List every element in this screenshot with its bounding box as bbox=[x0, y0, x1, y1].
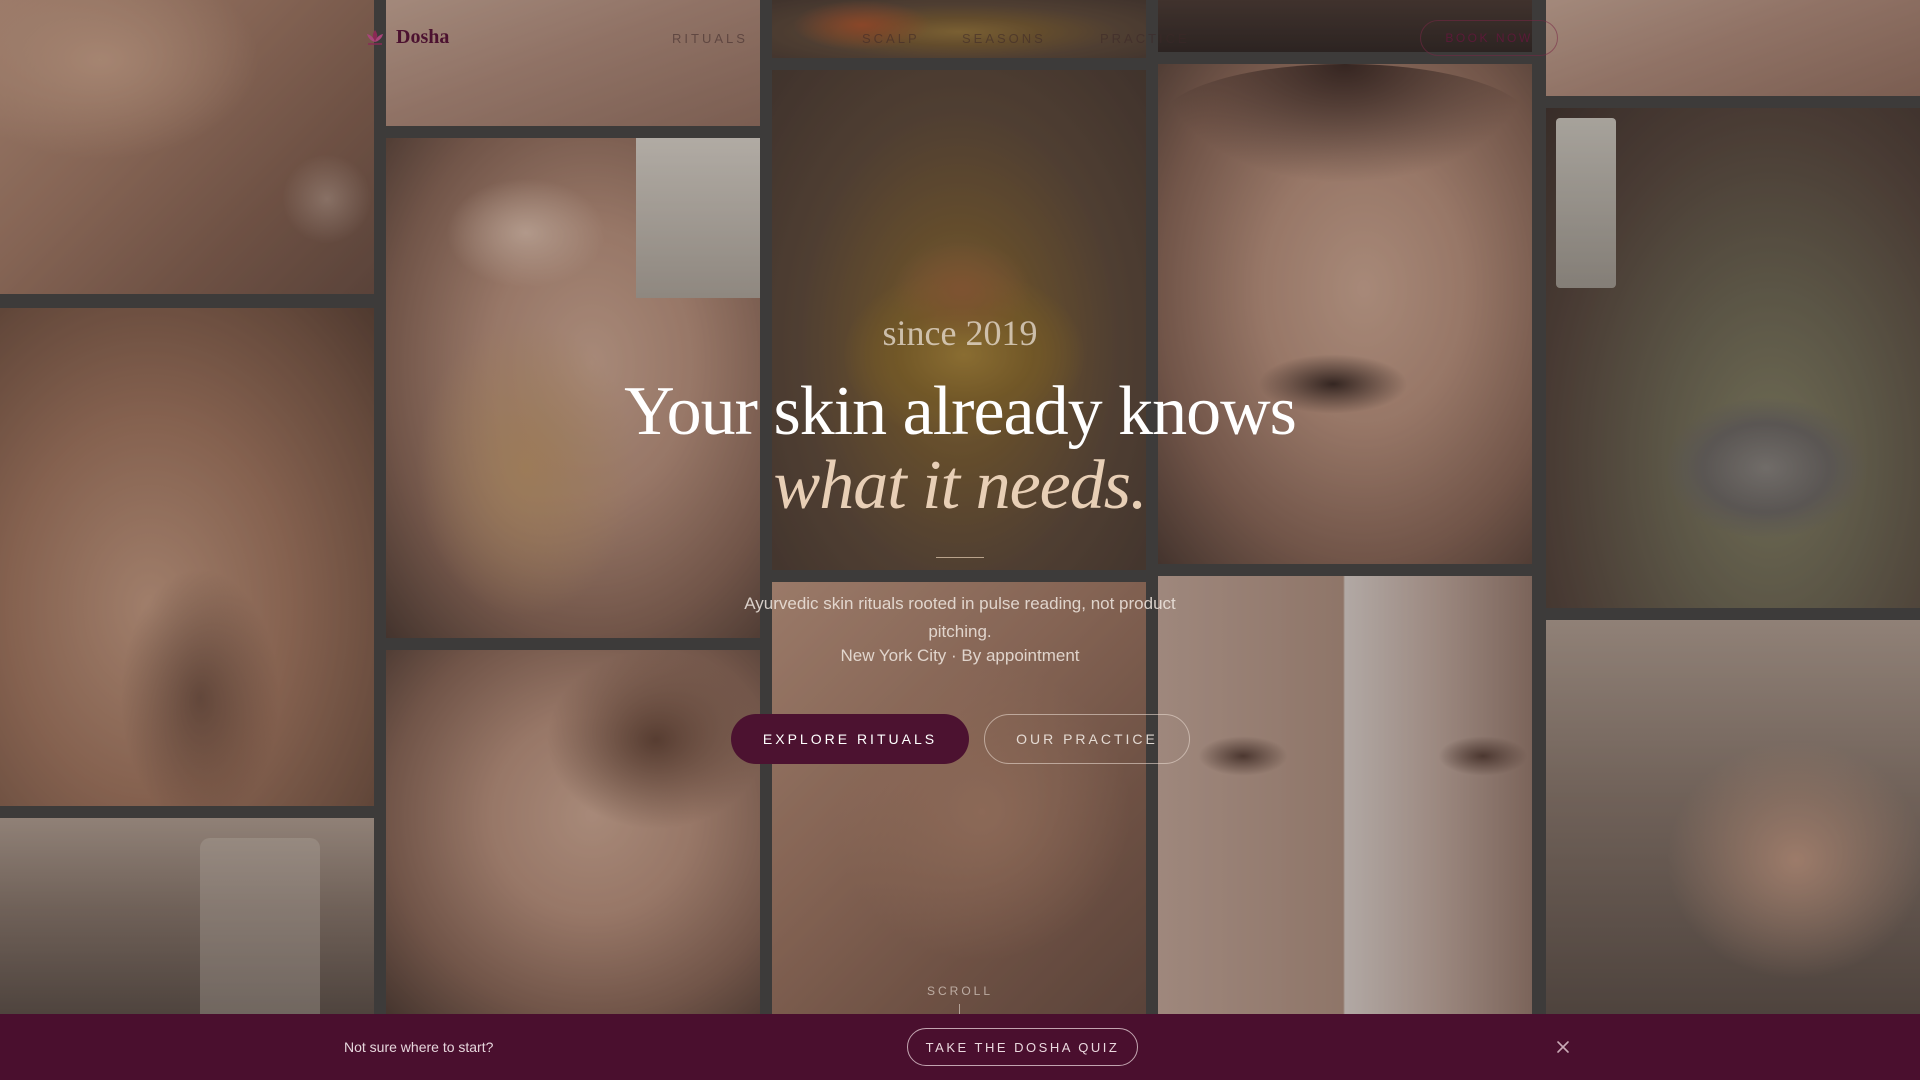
hero-divider bbox=[936, 557, 984, 558]
nav-link-practice[interactable]: PRACTICE bbox=[1100, 31, 1190, 46]
top-nav: Dosha RITUALS SCALP SEASONS PRACTICE BOO… bbox=[0, 0, 1920, 78]
nav-link-rituals[interactable]: RITUALS bbox=[672, 31, 748, 46]
nav-link-scalp[interactable]: SCALP bbox=[862, 31, 920, 46]
nav-link-seasons[interactable]: SEASONS bbox=[962, 31, 1046, 46]
hero-subtitle: Ayurvedic skin rituals rooted in pulse r… bbox=[744, 594, 1176, 641]
hero-location: New York City · By appointment bbox=[840, 646, 1080, 665]
hero-headline-italic: what it needs. bbox=[773, 447, 1148, 524]
photo-apothecary-kitchen bbox=[1546, 108, 1920, 608]
explore-rituals-button[interactable]: EXPLORE RITUALS bbox=[731, 714, 969, 764]
quiz-banner: Not sure where to start? TAKE THE DOSHA … bbox=[0, 1014, 1920, 1080]
hero-overline: since 2019 bbox=[882, 313, 1038, 353]
quiz-prompt: Not sure where to start? bbox=[344, 1039, 494, 1055]
brand-logo[interactable]: Dosha bbox=[364, 26, 449, 49]
lotus-icon bbox=[367, 29, 383, 45]
close-icon[interactable] bbox=[1554, 1038, 1572, 1056]
photo-head-massage bbox=[1546, 620, 1920, 1018]
brand-name: Dosha bbox=[396, 26, 450, 48]
photo-mosaic bbox=[0, 0, 1920, 1080]
photo-woman-portrait bbox=[386, 650, 760, 1018]
book-now-button[interactable]: BOOK NOW bbox=[1420, 20, 1558, 56]
scroll-indicator[interactable]: SCROLL bbox=[0, 984, 1920, 998]
our-practice-button[interactable]: OUR PRACTICE bbox=[984, 714, 1190, 764]
scroll-line bbox=[959, 1004, 960, 1014]
hero-headline: Your skin already knows bbox=[624, 373, 1297, 450]
photo-face-split bbox=[1158, 576, 1532, 1018]
take-quiz-button[interactable]: TAKE THE DOSHA QUIZ bbox=[907, 1028, 1138, 1066]
